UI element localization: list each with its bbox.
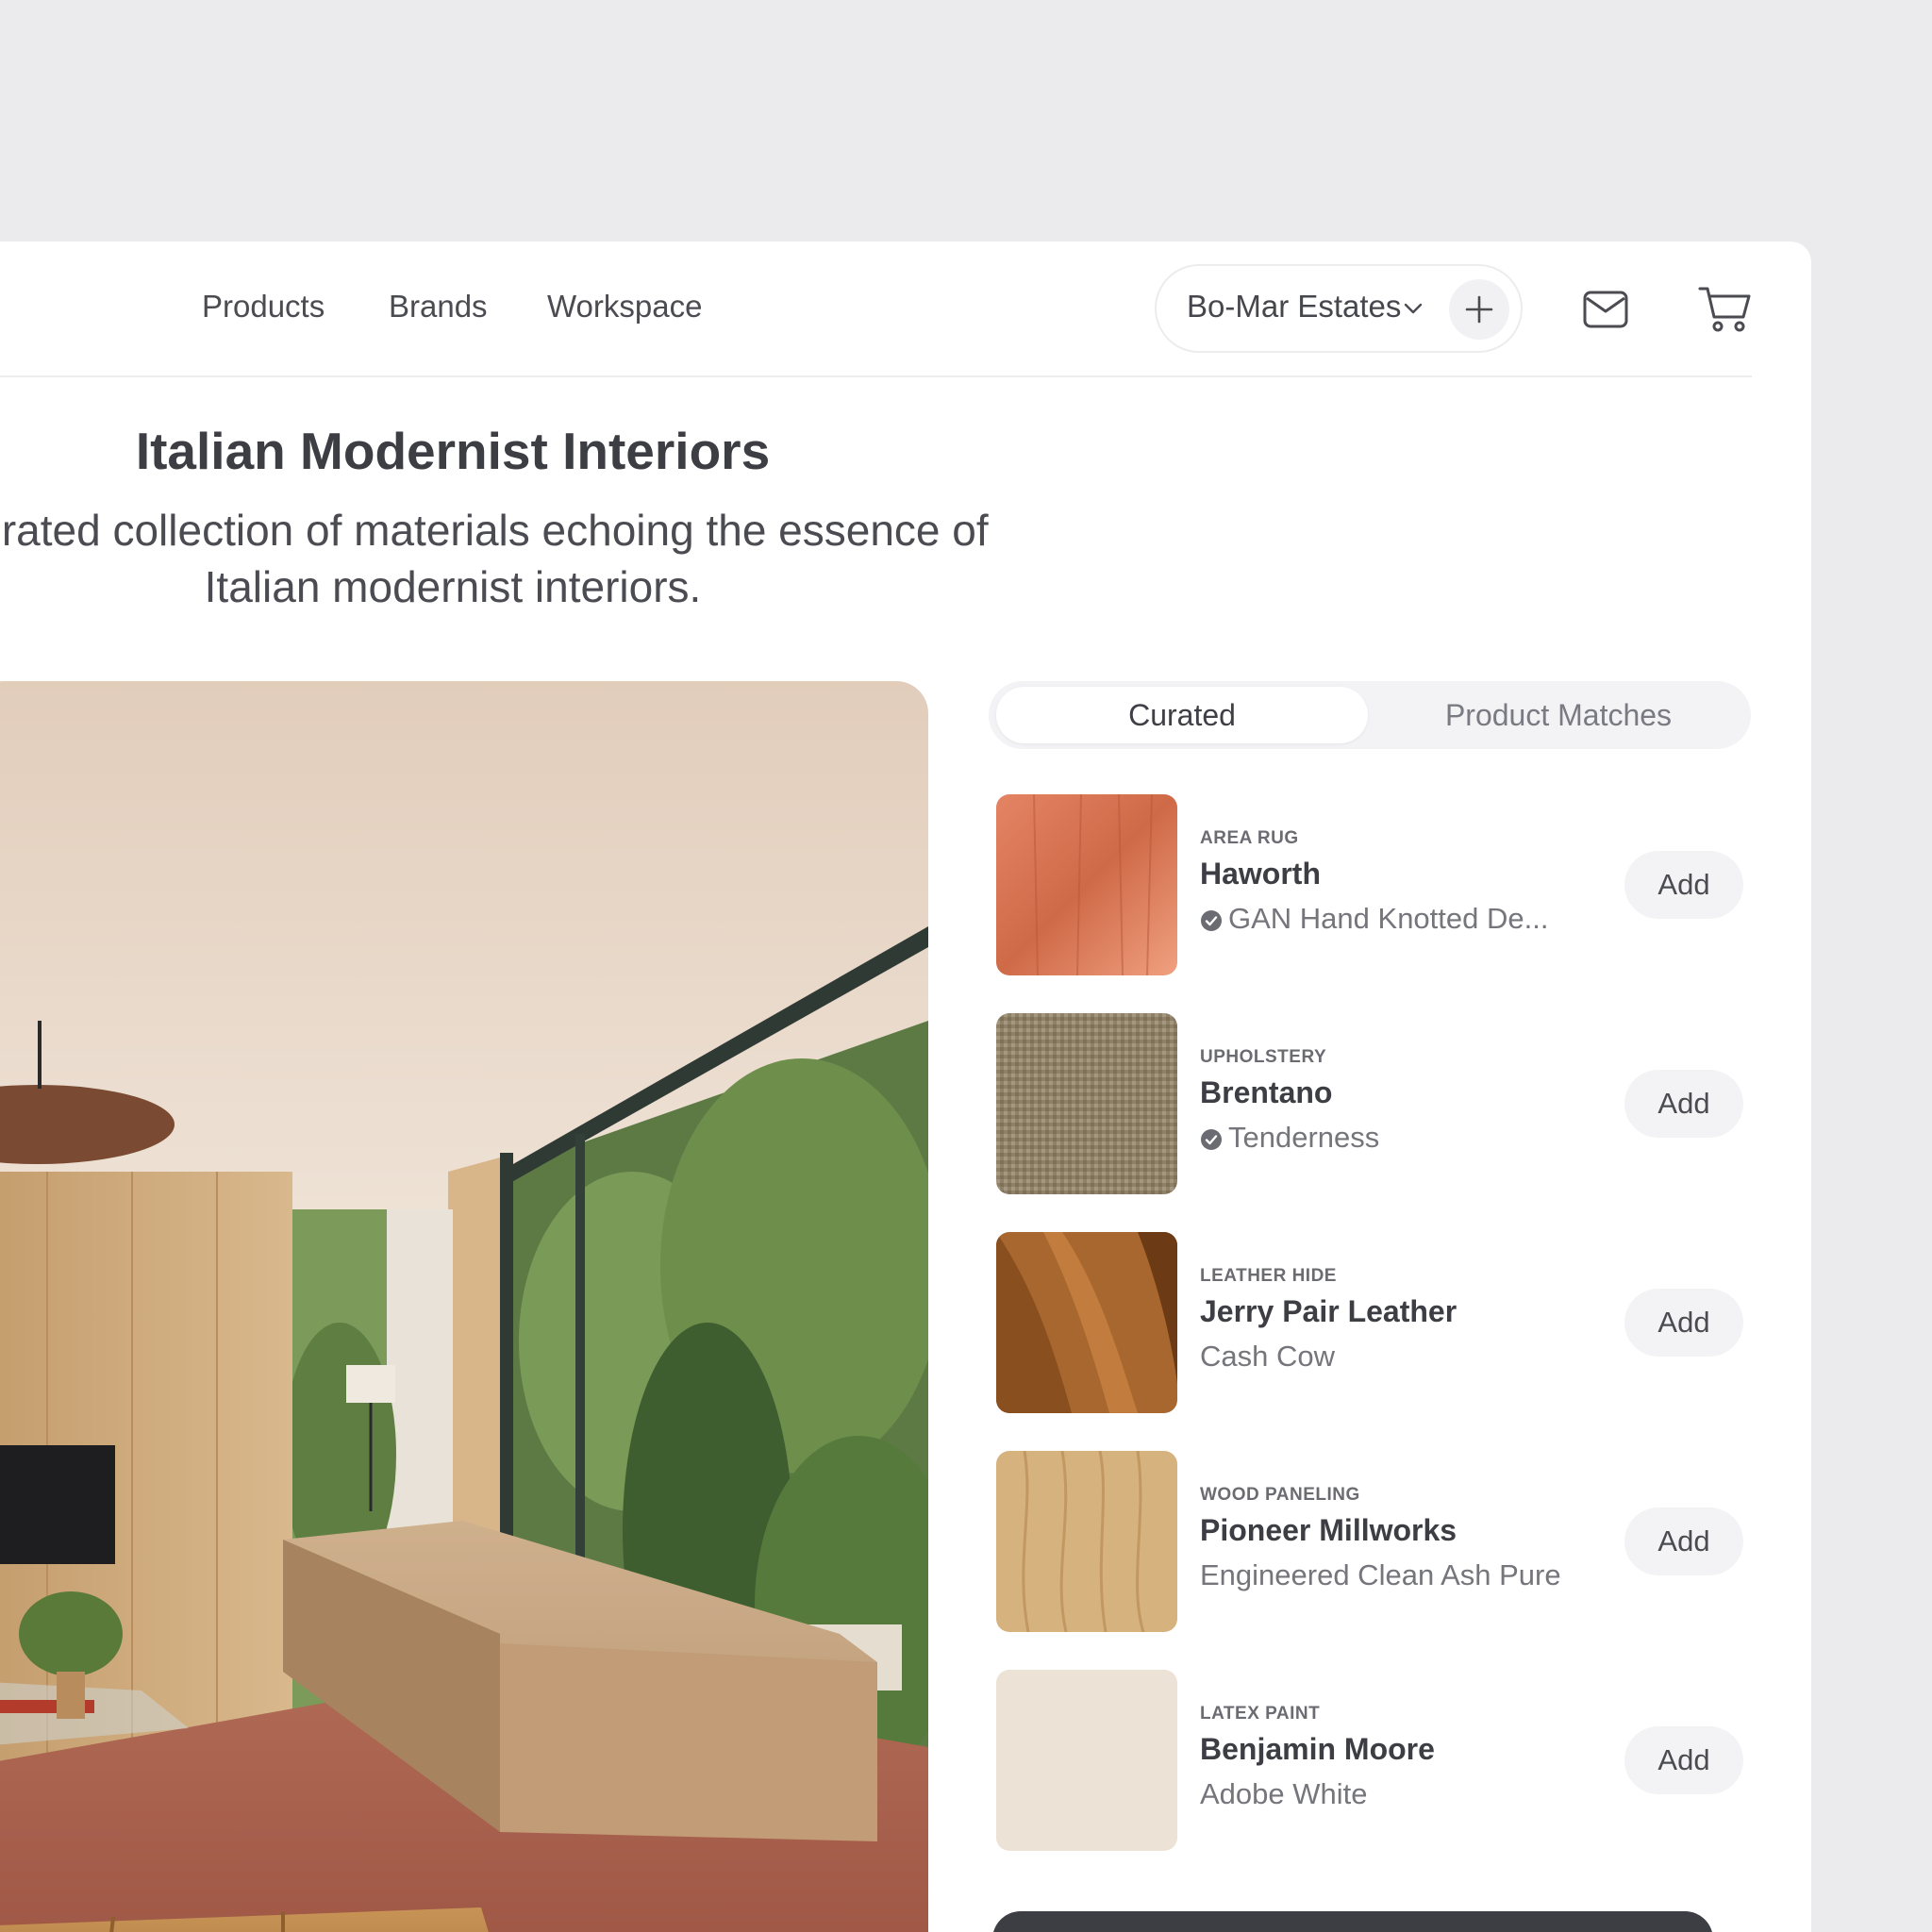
list-item: LATEX PAINT Benjamin Moore Adobe White A… — [996, 1670, 1751, 1851]
material-swatch-paint[interactable] — [996, 1670, 1177, 1851]
nav-link-brands[interactable]: Brands — [389, 289, 488, 325]
material-category: UPHOLSTERY — [1200, 1047, 1327, 1067]
list-item: WOOD PANELING Pioneer Millworks Engineer… — [996, 1451, 1751, 1632]
list-item: AREA RUG Haworth GAN Hand Knotted De... … — [996, 794, 1751, 975]
page-title: Italian Modernist Interiors — [135, 422, 771, 480]
tab-product-matches[interactable]: Product Matches — [1374, 687, 1743, 743]
material-swatch-upholstery[interactable] — [996, 1013, 1177, 1194]
material-brand: Jerry Pair Leather — [1200, 1294, 1457, 1328]
material-brand: Benjamin Moore — [1200, 1732, 1435, 1766]
material-product: Cash Cow — [1200, 1340, 1335, 1373]
chevron-down-icon[interactable] — [1404, 302, 1423, 315]
verified-check-icon — [1201, 1129, 1222, 1150]
material-brand: Haworth — [1200, 857, 1321, 891]
plus-icon — [1465, 295, 1493, 324]
verified-check-icon — [1201, 910, 1222, 931]
add-material-button[interactable]: Add — [1624, 1289, 1743, 1357]
material-category: LATEX PAINT — [1200, 1704, 1321, 1724]
nav-link-workspace[interactable]: Workspace — [547, 289, 702, 325]
material-category: AREA RUG — [1200, 828, 1299, 848]
list-item: UPHOLSTERY Brentano Tenderness Add — [996, 1013, 1751, 1194]
material-swatch-leather[interactable] — [996, 1232, 1177, 1413]
material-brand: Pioneer Millworks — [1200, 1513, 1457, 1547]
add-material-button[interactable]: Add — [1624, 1070, 1743, 1138]
cart-icon[interactable] — [1698, 285, 1751, 334]
material-brand: Brentano — [1200, 1075, 1333, 1109]
list-item: LEATHER HIDE Jerry Pair Leather Cash Cow… — [996, 1232, 1751, 1413]
top-nav: Products Brands Workspace Bo-Mar Estates — [0, 242, 1752, 377]
nav-link-products[interactable]: Products — [202, 289, 325, 325]
add-material-button[interactable]: Add — [1624, 1726, 1743, 1794]
page-description: A curated collection of materials echoin… — [0, 506, 989, 611]
material-swatch-wood[interactable] — [996, 1451, 1177, 1632]
material-category: WOOD PANELING — [1200, 1485, 1360, 1505]
hero-room-image — [0, 681, 928, 1932]
material-product: Engineered Clean Ash Pure — [1200, 1558, 1561, 1591]
material-product: Tenderness — [1228, 1121, 1380, 1154]
mail-icon[interactable] — [1583, 291, 1628, 328]
material-product: Adobe White — [1200, 1777, 1368, 1810]
material-product: GAN Hand Knotted De... — [1228, 902, 1549, 935]
primary-action-bar[interactable] — [992, 1911, 1713, 1932]
material-category: LEATHER HIDE — [1200, 1266, 1337, 1286]
add-project-button[interactable] — [1449, 279, 1509, 340]
material-swatch-rug[interactable] — [996, 794, 1177, 975]
tab-curated[interactable]: Curated — [996, 687, 1368, 743]
view-tabs: Curated Product Matches — [989, 681, 1751, 749]
app-panel: Products Brands Workspace Bo-Mar Estates… — [0, 242, 1811, 1932]
project-name[interactable]: Bo-Mar Estates — [1187, 289, 1401, 325]
project-selector: Bo-Mar Estates — [1155, 264, 1523, 353]
add-material-button[interactable]: Add — [1624, 1507, 1743, 1575]
add-material-button[interactable]: Add — [1624, 851, 1743, 919]
